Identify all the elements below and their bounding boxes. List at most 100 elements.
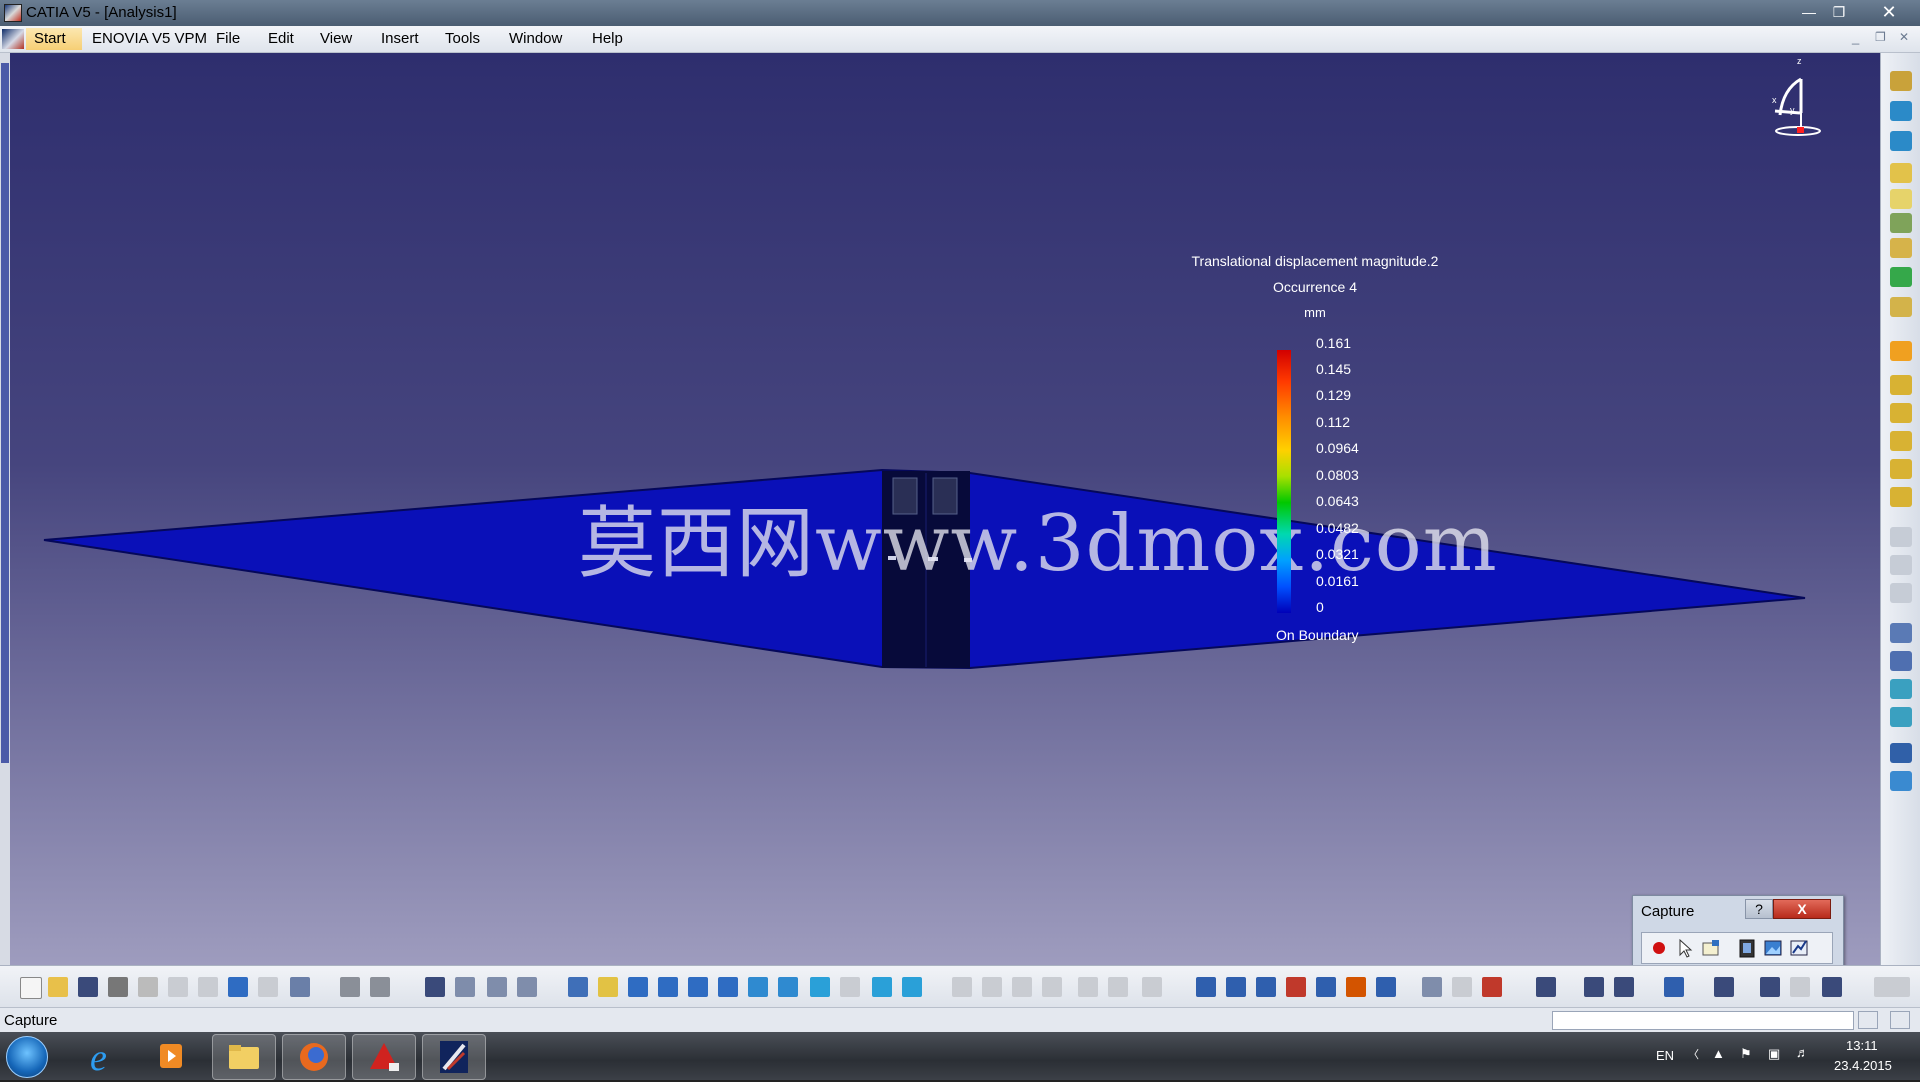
command-input[interactable] bbox=[1552, 1011, 1854, 1030]
report-generate-icon[interactable] bbox=[1536, 977, 1556, 997]
snap-icon[interactable] bbox=[952, 977, 972, 997]
layers-icon[interactable] bbox=[1890, 213, 1912, 233]
search-icon[interactable] bbox=[1664, 977, 1684, 997]
save-capture-icon[interactable] bbox=[1788, 937, 1810, 959]
media-player-icon[interactable] bbox=[140, 1034, 202, 1078]
mesh-local-icon[interactable] bbox=[1890, 459, 1912, 479]
group-icon[interactable] bbox=[1482, 977, 1502, 997]
undo-icon[interactable] bbox=[228, 977, 248, 997]
report-icon[interactable] bbox=[1890, 743, 1912, 763]
table-icon[interactable] bbox=[425, 977, 445, 997]
capture-help-button[interactable]: ? bbox=[1745, 899, 1773, 919]
doc-close-icon[interactable]: ✕ bbox=[1899, 30, 1909, 44]
status-small-icon[interactable] bbox=[1858, 1011, 1878, 1029]
traffic-light-icon[interactable] bbox=[1890, 267, 1912, 287]
stress-icon[interactable] bbox=[1890, 707, 1912, 727]
print-icon[interactable] bbox=[108, 977, 128, 997]
deformation-scale-icon[interactable] bbox=[1316, 977, 1336, 997]
rotate-icon[interactable] bbox=[658, 977, 678, 997]
catia-logo-icon[interactable] bbox=[2, 29, 24, 49]
feature-icon[interactable] bbox=[1452, 977, 1472, 997]
fit-all-icon[interactable] bbox=[598, 977, 618, 997]
doc-restore-icon[interactable]: ❐ bbox=[1875, 30, 1886, 44]
info-icon[interactable] bbox=[1346, 977, 1366, 997]
save-icon[interactable] bbox=[78, 977, 98, 997]
action-center-flag-icon[interactable]: ⚑ bbox=[1740, 1046, 1752, 1062]
catia-task-icon[interactable] bbox=[422, 1034, 486, 1080]
swap-visible-icon[interactable] bbox=[872, 977, 892, 997]
hide-show-icon[interactable] bbox=[840, 977, 860, 997]
sphere-icon[interactable] bbox=[1890, 297, 1912, 317]
pointer-icon[interactable] bbox=[1890, 341, 1912, 361]
cut-icon[interactable] bbox=[138, 977, 158, 997]
cube-icon[interactable] bbox=[1890, 163, 1912, 183]
capture-close-button[interactable]: X bbox=[1773, 899, 1831, 919]
zoom-in-icon[interactable] bbox=[688, 977, 708, 997]
extrema-icon[interactable] bbox=[1376, 977, 1396, 997]
firefox-icon[interactable] bbox=[282, 1034, 346, 1080]
keyboard-icon[interactable]: 〈 bbox=[1688, 1046, 1699, 1062]
scrollbar-thumb[interactable] bbox=[1, 63, 9, 763]
mesh-icon[interactable] bbox=[1890, 403, 1912, 423]
deformation-icon[interactable] bbox=[1890, 679, 1912, 699]
mesh-octree-icon[interactable] bbox=[1890, 431, 1912, 451]
menu-insert[interactable]: Insert bbox=[381, 29, 419, 49]
render-style-icon[interactable] bbox=[902, 977, 922, 997]
menu-edit[interactable]: Edit bbox=[268, 29, 294, 49]
fly-mode-icon[interactable] bbox=[568, 977, 588, 997]
menu-file[interactable]: File bbox=[216, 29, 240, 49]
restore-button[interactable]: ❐ bbox=[1826, 3, 1852, 21]
menu-help[interactable]: Help bbox=[592, 29, 623, 49]
menu-window[interactable]: Window bbox=[509, 29, 562, 49]
properties-icon[interactable] bbox=[517, 977, 537, 997]
show-hidden-icons[interactable]: ▲ bbox=[1712, 1046, 1725, 1061]
internet-explorer-icon[interactable]: e bbox=[72, 1034, 134, 1079]
image-edit-bottom-icon[interactable] bbox=[1226, 977, 1246, 997]
capture-options-icon[interactable] bbox=[1700, 937, 1722, 959]
measure-icon[interactable] bbox=[982, 977, 1002, 997]
whats-this-icon[interactable] bbox=[290, 977, 310, 997]
analysis-disabled-icon[interactable] bbox=[1790, 977, 1810, 997]
curve-icon[interactable] bbox=[1042, 977, 1062, 997]
knowledge-icon[interactable] bbox=[370, 977, 390, 997]
menu-enovia[interactable]: ENOVIA V5 VPM bbox=[92, 29, 207, 49]
light-icon[interactable] bbox=[1012, 977, 1032, 997]
menu-start[interactable]: Start bbox=[26, 28, 82, 50]
select-mode-icon[interactable] bbox=[1674, 937, 1696, 959]
language-indicator[interactable]: EN bbox=[1656, 1048, 1674, 1063]
pan-icon[interactable] bbox=[628, 977, 648, 997]
wrench-disabled-icon[interactable] bbox=[1142, 977, 1162, 997]
sensor-icon[interactable] bbox=[1422, 977, 1442, 997]
compare-icon[interactable] bbox=[1584, 977, 1604, 997]
list-icon[interactable] bbox=[1822, 977, 1842, 997]
view-top-icon[interactable] bbox=[1890, 101, 1912, 121]
animation-icon[interactable] bbox=[1286, 977, 1306, 997]
mesh-sag-icon[interactable] bbox=[1890, 487, 1912, 507]
autocad-icon[interactable] bbox=[352, 1034, 416, 1080]
iso-view-icon[interactable] bbox=[810, 977, 830, 997]
file-explorer-icon[interactable] bbox=[212, 1034, 276, 1080]
mesh-part-icon[interactable] bbox=[1890, 375, 1912, 395]
spec-tree-icon[interactable] bbox=[455, 977, 475, 997]
image-edit-icon[interactable] bbox=[1890, 238, 1912, 258]
menu-tools[interactable]: Tools bbox=[445, 29, 480, 49]
zoom-out-icon[interactable] bbox=[718, 977, 738, 997]
box-disabled-icon[interactable] bbox=[1108, 977, 1128, 997]
view-front-icon[interactable] bbox=[1890, 131, 1912, 151]
catalog-icon[interactable] bbox=[1760, 977, 1780, 997]
volume-icon[interactable]: ♬ bbox=[1796, 1045, 1809, 1060]
close-window-button[interactable]: ✕ bbox=[1876, 3, 1902, 21]
force-icon[interactable] bbox=[1890, 583, 1912, 603]
load-icon[interactable] bbox=[1890, 555, 1912, 575]
clock-date[interactable]: 23.4.2015 bbox=[1834, 1058, 1892, 1073]
copy-icon[interactable] bbox=[168, 977, 188, 997]
normal-view-icon[interactable] bbox=[748, 977, 768, 997]
dimension-icon[interactable] bbox=[1614, 977, 1634, 997]
settings-gear-icon[interactable] bbox=[1890, 71, 1912, 91]
capture-to-clipboard-icon[interactable] bbox=[1736, 937, 1758, 959]
network-icon[interactable]: ▣ bbox=[1768, 1046, 1780, 1062]
open-file-icon[interactable] bbox=[48, 977, 68, 997]
animate-icon[interactable] bbox=[1890, 771, 1912, 791]
status-camera-icon[interactable] bbox=[1890, 1011, 1910, 1029]
formula-icon[interactable] bbox=[340, 977, 360, 997]
